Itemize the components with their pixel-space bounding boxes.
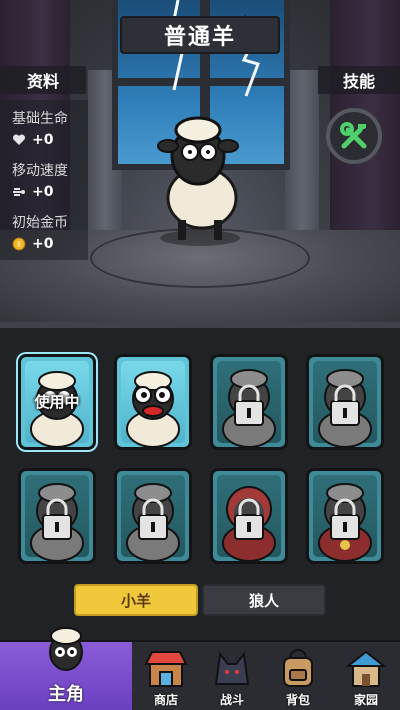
locked-armor-sheep-avatar [318,483,372,561]
character-card-normal-sheep[interactable]: 使用中 [18,354,96,450]
stat-gold: 初始金币 +0 [12,215,68,252]
stats-panel: 基础生命 +0 移动速度 +0 初始金币 +0 [0,100,88,260]
title-banner: 普通羊 [120,16,280,54]
character-name: 普通羊 [163,25,236,50]
character-card-locked-4[interactable] [114,468,192,564]
character-card-locked-1[interactable] [210,354,288,450]
character-card-locked-2[interactable] [306,354,384,450]
tab-sheep[interactable]: 小羊 [74,584,198,616]
in-use-label: 使用中 [34,393,80,411]
character-card-locked-3[interactable] [18,468,96,564]
hero-sheep [157,116,240,246]
tools-icon [340,122,367,149]
bottom-nav: 主角 商店 战斗 背包 家园 [0,627,400,710]
right-pillar [285,70,319,240]
wolf-icon [214,651,250,685]
house-icon [345,650,387,687]
character-card-locked-iron[interactable] [306,468,384,564]
shop-icon [144,651,188,687]
sheep-icon [49,627,83,671]
locked-sheep-avatar [30,483,84,561]
coin-icon [12,237,26,251]
profile-tab[interactable]: 资料 [0,66,86,94]
character-card-locked-red-hood[interactable] [210,468,288,564]
sheep-avatar [126,371,180,447]
locked-sheep-avatar [222,369,276,447]
character-panel: 使用中 [0,322,400,640]
speed-icon [13,188,25,196]
locked-red-hood-avatar [222,486,276,561]
nav-bag[interactable]: 背包 [266,642,330,710]
skill-button[interactable] [326,108,382,164]
nav-battle[interactable]: 战斗 [200,642,264,710]
hero-stage: 普通羊 资料 技能 基础生命 +0 移动速度 +0 初始金币 +0 [0,0,400,322]
backpack-icon [283,649,313,687]
character-card-crazy-sheep[interactable] [114,354,192,450]
locked-sheep-avatar [318,369,372,447]
nav-hero[interactable]: 主角 [0,627,132,710]
skills-tab[interactable]: 技能 [318,66,400,94]
tab-werewolf[interactable]: 狼人 [202,584,326,616]
nav-shop[interactable]: 商店 [134,642,198,710]
locked-sheep-avatar [126,483,180,561]
stat-speed: 移动速度 +0 [12,163,68,200]
nav-home[interactable]: 家园 [332,642,400,710]
heart-icon [12,134,26,145]
stat-health: 基础生命 +0 [12,111,68,148]
